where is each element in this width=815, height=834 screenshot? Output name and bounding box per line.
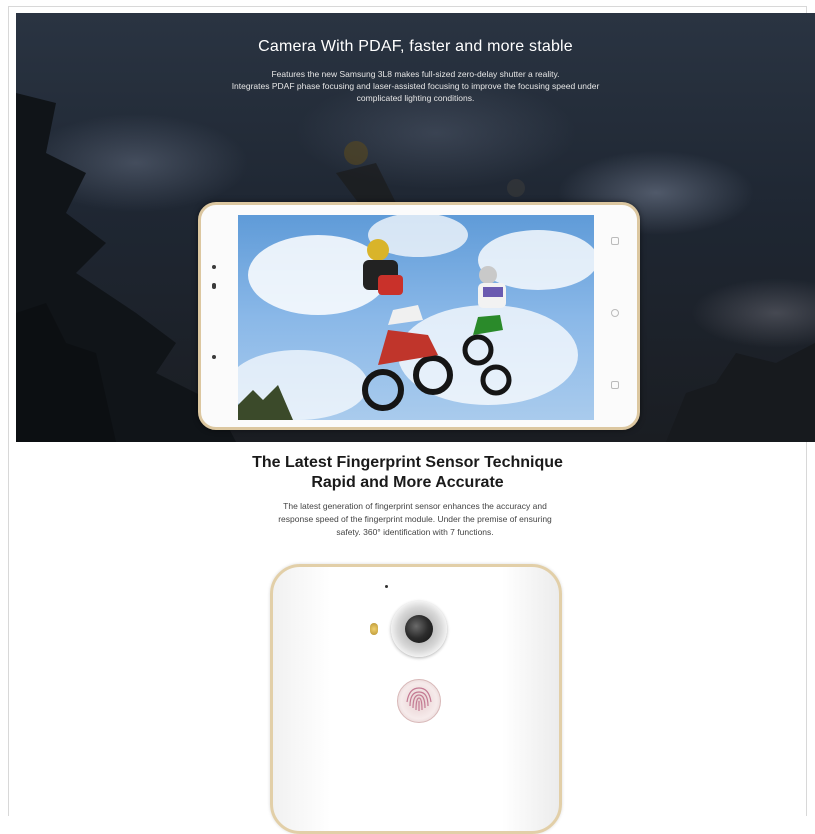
fingerprint-line: safety. 360° identification with 7 funct… [336, 527, 494, 537]
fingerprint-line: response speed of the fingerprint module… [278, 514, 552, 524]
earpiece-dot [212, 265, 216, 269]
fingerprint-description: The latest generation of fingerprint sen… [230, 500, 600, 539]
rear-camera-icon [391, 601, 447, 657]
fingerprint-sensor-icon [397, 679, 441, 723]
menu-key-icon [611, 381, 619, 389]
phone-landscape [198, 202, 640, 430]
hero-line: Features the new Samsung 3L8 makes full-… [271, 69, 560, 79]
back-key-icon [611, 237, 619, 245]
home-key-icon [611, 309, 619, 317]
phone-back-view [270, 564, 562, 834]
fingerprint-icon [406, 687, 432, 711]
fingerprint-title-line: Rapid and More Accurate [311, 474, 504, 491]
camera-lens [405, 615, 433, 643]
camera-hero-banner: Camera With PDAF, faster and more stable… [16, 13, 815, 442]
hero-line: Integrates PDAF phase focusing and laser… [231, 81, 600, 91]
hero-description: Features the new Samsung 3L8 makes full-… [166, 68, 665, 104]
fingerprint-line: The latest generation of fingerprint sen… [283, 501, 547, 511]
fingerprint-title: The Latest Fingerprint Sensor Technique … [0, 453, 815, 493]
flash-icon [370, 623, 378, 635]
microphone-hole [385, 585, 388, 588]
fingerprint-title-line: The Latest Fingerprint Sensor Technique [252, 454, 563, 471]
hero-line: complicated lighting conditions. [356, 93, 475, 103]
motocross-photo [238, 215, 594, 420]
phone-screen-photo [238, 215, 594, 420]
front-camera-dot [212, 355, 216, 359]
sensor-dot [212, 283, 216, 289]
hero-title: Camera With PDAF, faster and more stable [258, 38, 573, 55]
